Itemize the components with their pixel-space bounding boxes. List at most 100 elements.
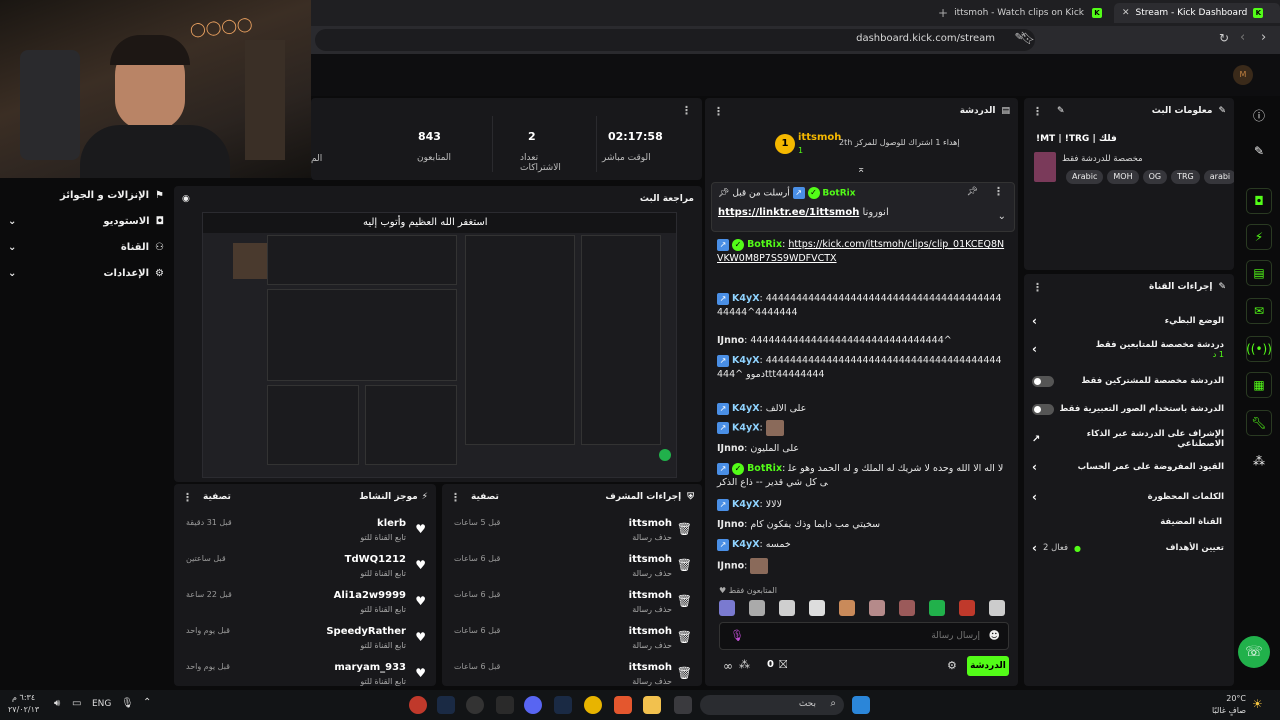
- chat-username[interactable]: K4yX: [732, 423, 760, 434]
- weather-widget[interactable]: 20°C صافٍ غالبًا: [1200, 693, 1246, 717]
- reload-icon[interactable]: ↻: [1219, 31, 1229, 45]
- channel-setting-row[interactable]: الدردشة مخصصة للمشتركين فقط: [1032, 368, 1224, 394]
- emote-icon[interactable]: [749, 600, 765, 616]
- chat-message[interactable]: ↗ K4yX: 44444444444444444444444444444444…: [717, 292, 1006, 320]
- tab-clips[interactable]: + ittsmoh - Watch clips on Kick K: [930, 3, 1110, 23]
- mod-user[interactable]: ittsmoh: [629, 518, 672, 529]
- mod-user[interactable]: ittsmoh: [629, 554, 672, 565]
- chat-message[interactable]: ↗ K4yX:: [717, 420, 1006, 436]
- activity-row[interactable]: ♥ SpeedyRather تابع القناة للتو قبل يوم واح…: [182, 622, 428, 656]
- mail-app-icon[interactable]: [496, 696, 514, 714]
- eye-icon[interactable]: ◉: [182, 194, 190, 204]
- emote-icon[interactable]: [839, 600, 855, 616]
- activity-row[interactable]: ♥ Ali1a2w9999 تابع القناة للتو قبل 22 ساعة: [182, 586, 428, 620]
- tab-dashboard[interactable]: ✕ Stream - Kick Dashboard K: [1114, 3, 1280, 23]
- obs-app-icon[interactable]: [409, 696, 427, 714]
- chat-message[interactable]: ↗ K4yX: خمسه: [717, 538, 1006, 552]
- channel-setting-row[interactable]: دردشة مخصصة للمتابعين فقط 1 د ›: [1032, 336, 1224, 362]
- infinity-icon[interactable]: ∞: [723, 659, 733, 673]
- mod-menu-icon[interactable]: ⋮: [450, 491, 461, 504]
- chat-icon[interactable]: ✉: [1246, 298, 1272, 324]
- mod-action-row[interactable]: 🗑︎ ittsmoh حذف رسالة قبل 6 ساعات: [450, 550, 694, 584]
- chat-username[interactable]: BotRix: [747, 463, 782, 474]
- activity-menu-icon[interactable]: ⋮: [182, 491, 193, 504]
- gear-icon[interactable]: ⚙: [947, 659, 957, 672]
- stream-preview-video[interactable]: استغفر الله العظيم وأتوب إليه: [202, 212, 677, 478]
- streaminfo-menu-icon[interactable]: ⋮: [1032, 105, 1043, 118]
- chat-username[interactable]: IJnno: [717, 561, 744, 572]
- chat-input-box[interactable]: 🎙︎ ☻: [719, 622, 1009, 650]
- network-icon[interactable]: ▭: [72, 698, 81, 709]
- emote-icon[interactable]: [929, 600, 945, 616]
- top-gifter-name[interactable]: ittsmoh: [798, 132, 841, 143]
- mod-action-row[interactable]: 🗑︎ ittsmoh حذف رسالة قبل 6 ساعات: [450, 586, 694, 620]
- activity-user[interactable]: Ali1a2w9999: [334, 590, 406, 601]
- sidebar-item-studio[interactable]: ◘ الاستوديو ⌄: [8, 210, 164, 232]
- brave-app-icon[interactable]: [614, 696, 632, 714]
- chat-message[interactable]: ↗ K4yX: على الالف: [717, 402, 1006, 416]
- taskbar-search[interactable]: بحث ⌕: [700, 695, 844, 715]
- mod-action-row[interactable]: 🗑︎ ittsmoh حذف رسالة قبل 5 ساعات: [450, 514, 694, 548]
- chrome-app-icon[interactable]: [584, 696, 602, 714]
- camera-icon[interactable]: ◘: [1246, 188, 1272, 214]
- microphone-icon[interactable]: 🎙︎: [730, 629, 744, 642]
- emote-icon[interactable]: [899, 600, 915, 616]
- stream-tag[interactable]: arabi: [1203, 170, 1234, 184]
- file-explorer-icon[interactable]: [643, 696, 661, 714]
- pinned-menu-icon[interactable]: ⋮: [993, 185, 1004, 198]
- mod-user[interactable]: ittsmoh: [629, 626, 672, 637]
- back-icon[interactable]: ‹: [1240, 30, 1245, 45]
- settings-app-icon[interactable]: [466, 696, 484, 714]
- unpin-icon[interactable]: 📌︎: [967, 187, 978, 197]
- edit-icon[interactable]: ✎: [1246, 138, 1272, 164]
- activity-row[interactable]: ♥ klerb تابع القناة للتو قبل 31 دقيقة: [182, 514, 428, 548]
- chat-message[interactable]: IJnno: على المليون: [717, 442, 1006, 456]
- activity-user[interactable]: maryam_933: [334, 662, 406, 673]
- users-icon[interactable]: ⁂: [1246, 448, 1272, 474]
- chat-username[interactable]: K4yX: [732, 355, 760, 366]
- pinned-by-user[interactable]: BotRix: [822, 189, 855, 199]
- pinned-message[interactable]: 📌︎ أرسلت من قبل ↗ ✓ BotRix 📌︎ ⋮ https://…: [711, 182, 1015, 232]
- chat-message[interactable]: ↗ K4yX: 44444444444444444444444444444444…: [717, 354, 1006, 382]
- sidebar-item-channel[interactable]: ⚇ القناة ⌄: [8, 236, 164, 258]
- stream-category[interactable]: مخصصة للدردشة فقط: [1062, 154, 1143, 164]
- chat-username[interactable]: K4yX: [732, 539, 760, 550]
- emote-icon[interactable]: [989, 600, 1005, 616]
- activity-user[interactable]: SpeedyRather: [326, 626, 406, 637]
- bolt-icon[interactable]: ⚡︎: [1246, 224, 1272, 250]
- gift-icon[interactable]: ⛝: [779, 658, 787, 672]
- broadcast-icon[interactable]: ((•)): [1246, 336, 1272, 362]
- chat-message[interactable]: ↗ ✓ BotRix: https://kick.com/ittsmoh/cli…: [717, 238, 1006, 266]
- emote-icon[interactable]: [809, 600, 825, 616]
- user-avatar[interactable]: M: [1233, 65, 1253, 85]
- users-icon[interactable]: ⁂: [739, 658, 750, 671]
- layout-icon[interactable]: ▦: [1246, 372, 1272, 398]
- stream-tag[interactable]: OG: [1142, 170, 1168, 184]
- activity-filter-button[interactable]: تصفية: [203, 492, 231, 502]
- channel-setting-row[interactable]: الوضع البطيء ›: [1032, 308, 1224, 334]
- forward-icon[interactable]: ›: [1261, 30, 1266, 45]
- chat-message[interactable]: ↗ ✓ BotRix: لا اله الا الله وحده لا شريك…: [717, 462, 1006, 490]
- channel-actions-menu-icon[interactable]: ⋮: [1032, 281, 1043, 294]
- chat-username[interactable]: BotRix: [747, 239, 782, 250]
- chat-username[interactable]: IJnno: [717, 443, 744, 454]
- help-chat-icon[interactable]: ☏: [1238, 636, 1270, 668]
- close-tab-icon[interactable]: ✕: [1122, 8, 1130, 18]
- chat-input[interactable]: [750, 627, 980, 645]
- pinned-link[interactable]: https://linktr.ee/1ittsmoh: [718, 207, 859, 218]
- tray-chevron-icon[interactable]: ⌃: [143, 697, 151, 708]
- task-view-icon[interactable]: [674, 696, 692, 714]
- chat-message[interactable]: IJnno: سخيتي مب دايما وذك يفكون كام: [717, 518, 1006, 532]
- windows-start-icon[interactable]: [852, 696, 870, 714]
- emote-icon[interactable]: [869, 600, 885, 616]
- activity-row[interactable]: ♥ maryam_933 تابع القناة للتو قبل يوم واحد: [182, 658, 428, 686]
- new-tab-icon[interactable]: +: [938, 6, 948, 20]
- emote-icon[interactable]: [959, 600, 975, 616]
- stream-tag[interactable]: TRG: [1171, 170, 1200, 184]
- chat-username[interactable]: K4yX: [732, 403, 760, 414]
- microphone-icon[interactable]: 🎙︎: [121, 698, 134, 709]
- chat-message[interactable]: IJnno: 44444444444444444444444444444444^: [717, 334, 1006, 348]
- collapse-icon[interactable]: ⌅: [857, 164, 865, 175]
- document-icon[interactable]: ▤: [1246, 260, 1272, 286]
- steam-app-icon[interactable]: [437, 696, 455, 714]
